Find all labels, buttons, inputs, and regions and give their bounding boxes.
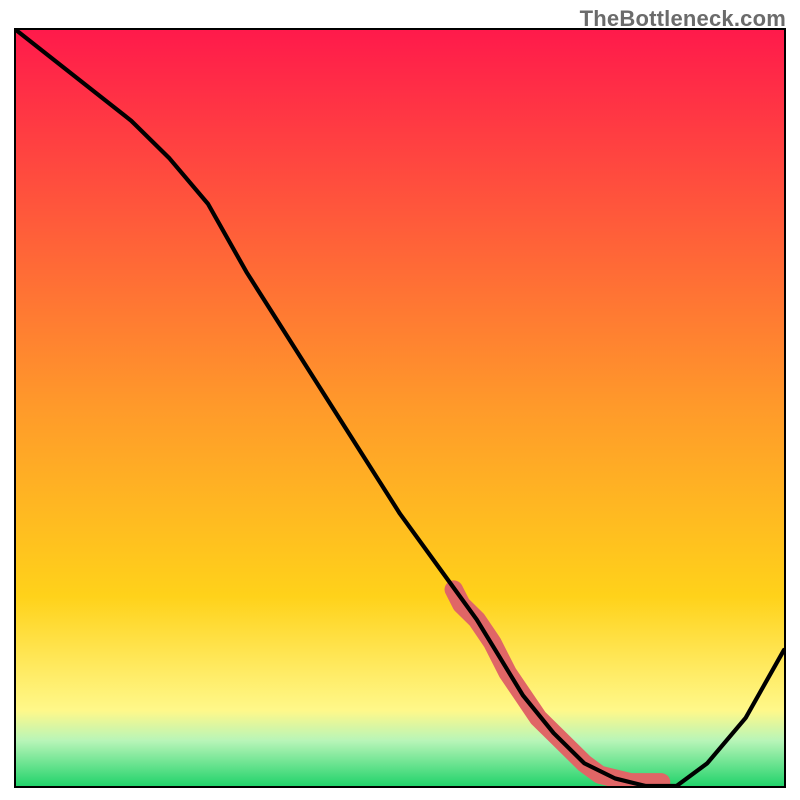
watermark-text: TheBottleneck.com [580,6,786,32]
overlay-layer [16,30,784,786]
plot-area [14,28,786,788]
chart-root: TheBottleneck.com [0,0,800,800]
main-curve [16,30,784,786]
highlighted-segment-line [454,589,661,782]
